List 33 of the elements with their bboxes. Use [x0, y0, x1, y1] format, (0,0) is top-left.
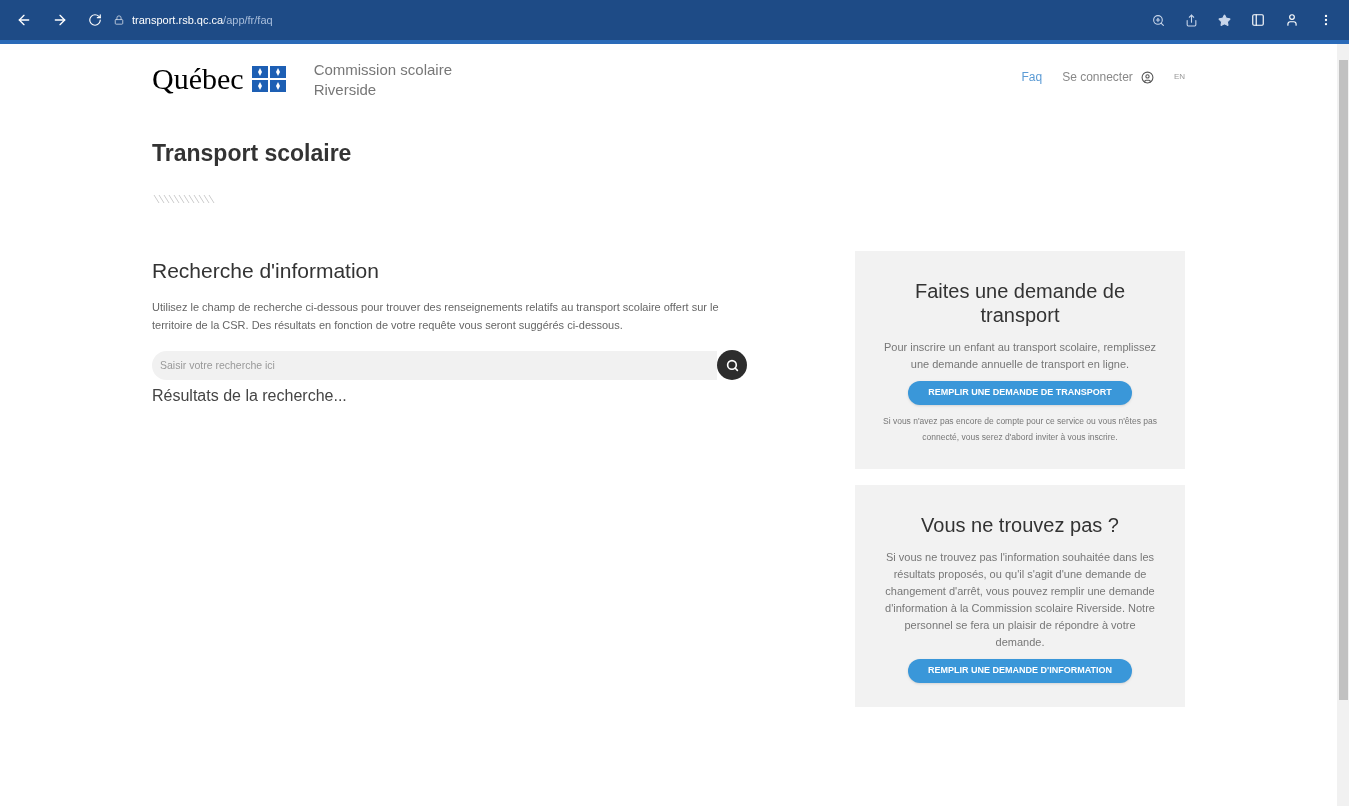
profile-icon[interactable] — [1285, 13, 1299, 27]
reload-icon[interactable] — [88, 13, 102, 27]
card-text: Pour inscrire un enfant au transport scolaire, remplissez une demande annuelle de transport en ligne. — [882, 339, 1158, 372]
card-text: Si vous ne trouvez pas l'information souhaitée dans les résultats proposés, ou qu'il s'agit d'une demande de changement d'arrêt, vous pouvez remplir une demande d'information à la Commission scolaire Riverside. Notre personnel se fera un plaisir de répondre à votre demande. — [884, 549, 1156, 650]
share-icon[interactable] — [1185, 13, 1198, 27]
request-button[interactable]: REMPLIR UNE DEMANDE D'INFORMATION — [908, 658, 1132, 683]
nav-link[interactable]: Se connecter — [1062, 68, 1154, 86]
flag-icon — [251, 66, 286, 92]
organization-name: Commission scolaire — [313, 60, 452, 80]
user-icon — [1140, 70, 1154, 84]
forward-icon[interactable] — [52, 12, 68, 28]
results-label: Résultats de la recherche... — [152, 386, 348, 406]
logo-text: Québec — [152, 64, 244, 94]
search-button[interactable] — [717, 350, 747, 380]
card-title: Faites une demande de transport — [913, 278, 1127, 327]
organization-name: Riverside — [313, 80, 378, 100]
request-button[interactable]: REMPLIR UNE DEMANDE DE TRANSPORT — [908, 380, 1132, 405]
scrollbar[interactable] — [1337, 44, 1349, 806]
nav-link[interactable]: Faq — [1021, 68, 1043, 86]
card-title: Vous ne trouvez pas ? — [920, 512, 1120, 537]
section-title: Recherche d'information — [152, 257, 380, 284]
card-note: Si vous n'avez pas encore de compte pour ce service ou vous n'êtes pas connecté, vous serez d'abord inviter à vous inscrire. — [882, 414, 1158, 444]
side-panel-icon[interactable] — [1251, 13, 1265, 27]
back-icon[interactable] — [16, 12, 32, 28]
address-bar[interactable]: transport.rsb.qc.ca/app/fr/faq — [114, 11, 273, 29]
search-icon — [725, 358, 739, 372]
language-link[interactable]: EN — [1173, 71, 1185, 83]
star-icon[interactable] — [1218, 13, 1231, 27]
page-title: Transport scolaire — [152, 139, 353, 168]
zoom-icon[interactable] — [1152, 13, 1165, 27]
section-description: Utilisez le champ de recherche ci-dessous pour trouver des renseignements relatifs au transport scolaire offert sur le territoire de la CSR. Des résultats en fonction de votre requête vous seront suggérés ci-dessous. — [152, 300, 720, 333]
search-field[interactable]: Saisir votre recherche ici — [152, 350, 717, 380]
lock-icon — [114, 15, 124, 25]
